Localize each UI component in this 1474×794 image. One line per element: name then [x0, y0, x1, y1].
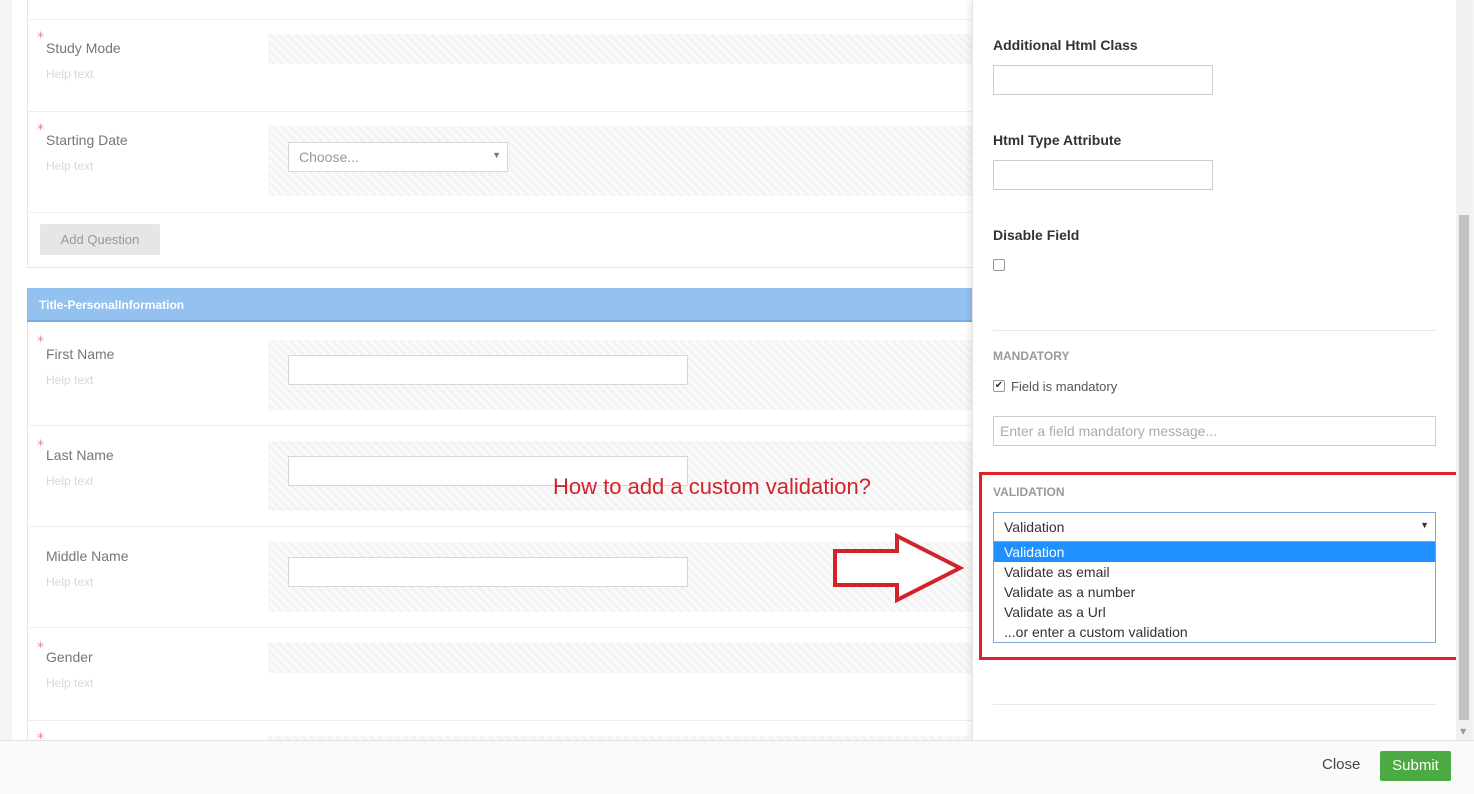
question-label: First Name	[46, 346, 115, 362]
question-group-card: * Study Mode Help text * Starting Date H…	[27, 0, 972, 268]
question-help-text: Help text	[46, 676, 94, 690]
divider	[993, 330, 1436, 331]
required-marker: *	[37, 438, 44, 454]
middle-name-input[interactable]	[288, 557, 688, 587]
close-button[interactable]: Close	[1322, 756, 1360, 773]
question-row-starting-date[interactable]: * Starting Date Help text Choose... ▼	[28, 112, 972, 213]
panel-footer	[0, 740, 1474, 794]
required-marker: *	[37, 334, 44, 350]
question-help-text: Help text	[46, 474, 94, 488]
question-help-text: Help text	[46, 373, 94, 387]
html-type-attribute-input[interactable]	[993, 160, 1213, 190]
starting-date-select[interactable]: Choose... ▼	[288, 142, 508, 172]
question-preview-area	[268, 340, 972, 410]
question-group-card: * First Name Help text * Last Name Help …	[27, 322, 972, 747]
question-label: Last Name	[46, 447, 114, 463]
select-placeholder: Choose...	[299, 149, 359, 165]
question-label: Gender	[46, 649, 93, 665]
question-row-middle-name[interactable]: Middle Name Help text	[28, 527, 972, 628]
question-label: Starting Date	[46, 132, 128, 148]
scroll-down-icon[interactable]: ▼	[1460, 727, 1466, 736]
additional-html-class-label: Additional Html Class	[993, 37, 1138, 53]
first-name-input[interactable]	[288, 355, 688, 385]
required-marker: *	[37, 30, 44, 46]
arrow-right-icon	[833, 533, 965, 603]
question-help-text: Help text	[46, 67, 94, 81]
annotation-text: How to add a custom validation?	[553, 474, 871, 499]
section-title-bar[interactable]: Title-PersonalInformation	[27, 288, 972, 322]
required-marker: *	[37, 122, 44, 138]
disable-field-checkbox[interactable]	[993, 259, 1005, 271]
chevron-down-icon: ▼	[492, 150, 501, 160]
panel-scrollbar[interactable]: ▼	[1456, 0, 1472, 740]
question-row-first-name[interactable]: * First Name Help text	[28, 322, 972, 426]
submit-button[interactable]: Submit	[1380, 751, 1451, 781]
disable-field-label: Disable Field	[993, 227, 1080, 243]
mandatory-message-input[interactable]: Enter a field mandatory message...	[993, 416, 1436, 446]
scrollbar-thumb[interactable]	[1459, 215, 1469, 720]
question-label: Middle Name	[46, 548, 129, 564]
field-is-mandatory-label: Field is mandatory	[1011, 379, 1118, 394]
question-preview-area: Choose... ▼	[268, 126, 972, 196]
additional-html-class-input[interactable]	[993, 65, 1213, 95]
question-preview-area	[268, 34, 972, 64]
annotation-highlight-box	[979, 472, 1463, 660]
question-row-gender[interactable]: * Gender Help text	[28, 628, 972, 721]
required-marker: *	[37, 640, 44, 656]
question-label: Study Mode	[46, 40, 121, 56]
divider	[993, 704, 1436, 705]
add-question-button[interactable]: Add Question	[40, 224, 160, 255]
html-type-attribute-label: Html Type Attribute	[993, 132, 1122, 148]
question-help-text: Help text	[46, 575, 94, 589]
question-row-study-mode[interactable]: * Study Mode Help text	[28, 19, 972, 112]
mandatory-section-title: MANDATORY	[993, 349, 1070, 363]
question-help-text: Help text	[46, 159, 94, 173]
question-preview-area	[268, 643, 972, 673]
field-is-mandatory-checkbox[interactable]: ✔	[993, 380, 1005, 392]
